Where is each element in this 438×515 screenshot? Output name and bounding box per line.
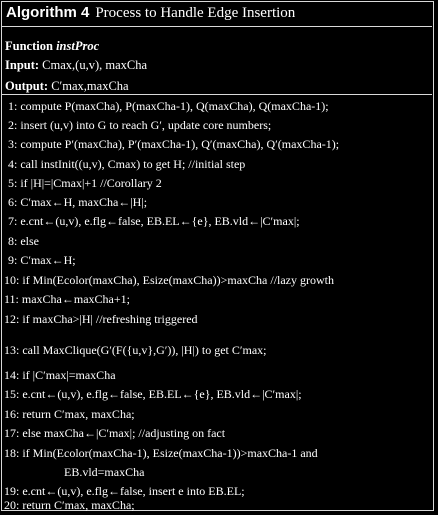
input-line: Input: Cmax,(u,v), maxCha [5,58,147,73]
algo-line: 20: return C′max, maxCha; [4,498,135,512]
algorithm-label: Algorithm 4 [6,4,90,21]
function-keyword: Function [5,39,53,53]
algo-line: 4: call instInit((u,v), Cmax) to get H; … [8,157,246,171]
header-rule [1,94,432,95]
algo-line: 13: call MaxClique(G′(F({u,v},G′)), |H|)… [4,343,267,357]
algo-line: 15: e.cnt←(u,v), e.flg←false, EB.EL←{e},… [4,387,302,401]
algo-line: 10: if Min(Ecolor(maxCha), Esize(maxCha)… [4,273,335,287]
algo-line: 12: if maxCha>|H| //refreshing triggered [4,312,198,326]
output-text: C′max,maxCha [51,79,129,93]
algo-line: 1: compute P(maxCha), P(maxCha-1), Q(max… [8,99,329,113]
algo-line: 19: e.cnt←(u,v), e.flg←false, insert e i… [4,484,245,498]
output-line: Output: C′max,maxCha [5,79,129,94]
algo-line: 17: else maxCha←|C′max|; //adjusting on … [4,426,226,440]
algo-line: 5: if |H|=|Cmax|+1 //Corollary 2 [8,176,162,190]
algorithm-title: Algorithm 4 Process to Handle Edge Insert… [6,4,295,22]
algo-line: 8: else [8,234,39,248]
algorithm-name: Process to Handle Edge Insertion [95,5,296,21]
title-rule [1,26,432,27]
algo-line: 3: compute P′(maxCha), P′(maxCha-1), Q′(… [8,137,340,151]
algo-line: EB.vld=maxCha [64,465,145,479]
algo-line: 18: if Min(Ecolor(maxCha-1), Esize(maxCh… [4,446,318,460]
algo-line: 9: C′max←H; [8,253,76,267]
algo-line: 11: maxCha←maxCha+1; [4,292,130,306]
algo-line: 14: if |C′max|=maxCha [4,368,116,382]
function-line: Function instProc [5,39,99,54]
algo-line: 7: e.cnt←(u,v), e.flg←false, EB.EL←{e}, … [8,214,300,228]
input-keyword: Input: [5,58,40,72]
algo-line: 16: return C′max, maxCha; [4,407,135,421]
function-name: instProc [56,39,100,53]
input-text: Cmax,(u,v), maxCha [42,58,148,72]
output-keyword: Output: [5,79,49,93]
algo-line: 6: C′max←H, maxCha←|H|; [8,195,148,209]
algo-line: 2: insert (u,v) into G to reach G′, upda… [8,118,272,132]
